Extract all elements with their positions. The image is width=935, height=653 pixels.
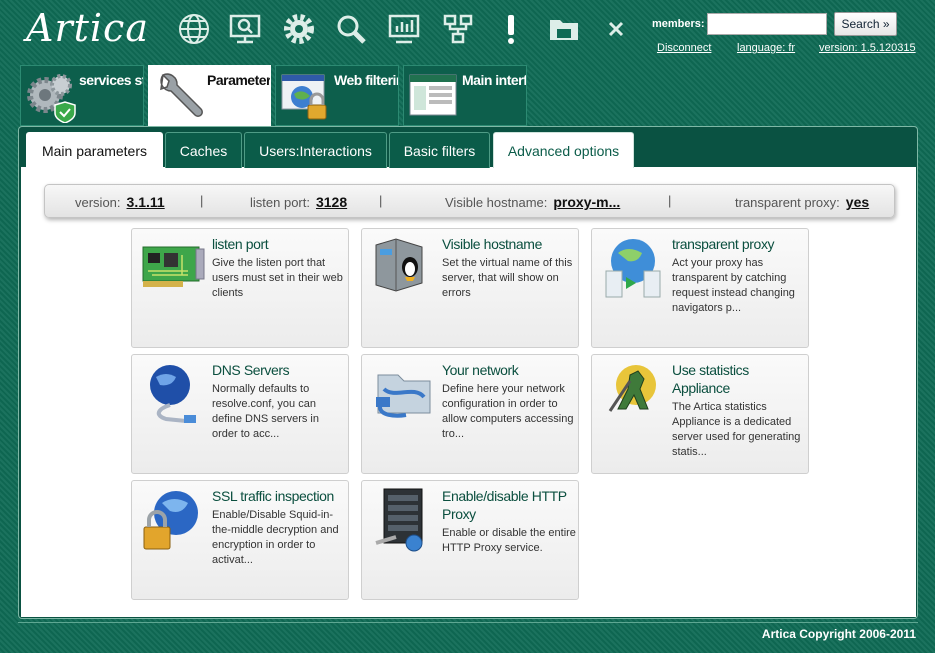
card-your-network[interactable]: Your network Define here your network co… <box>361 354 579 474</box>
alert-icon[interactable] <box>492 10 530 48</box>
web-filter-lock-icon <box>281 74 327 120</box>
card-description: Act your proxy has transparent by catchi… <box>672 257 795 314</box>
module-tab-main-interface[interactable]: Main interf <box>403 65 527 126</box>
server-linux-icon <box>375 238 423 292</box>
folder-icon[interactable] <box>545 10 583 48</box>
transparent-status: transparent proxy: yes <box>735 194 869 210</box>
port-status: listen port: 3128 <box>250 194 347 210</box>
language-link[interactable]: language: fr <box>737 42 795 54</box>
card-title[interactable]: Visible hostname <box>442 235 576 253</box>
port-value[interactable]: 3128 <box>316 194 347 210</box>
members-input[interactable] <box>707 13 827 35</box>
main-interface-screen-icon <box>409 74 457 116</box>
card-dns-servers[interactable]: DNS Servers Normally defaults to resolve… <box>131 354 349 474</box>
card-title[interactable]: Use statistics Appliance <box>672 361 806 397</box>
search-icon[interactable] <box>332 10 370 48</box>
transparent-proxy-globe-icon <box>605 239 661 298</box>
tab-caches[interactable]: Caches <box>165 132 242 168</box>
port-label: listen port: <box>250 195 310 210</box>
card-visible-hostname[interactable]: Visible hostname Set the virtual name of… <box>361 228 579 348</box>
version-link[interactable]: version: 1.5.120315 <box>819 42 916 54</box>
card-title[interactable]: DNS Servers <box>212 361 346 379</box>
copyright: Artica Copyright 2006-2011 <box>761 627 916 641</box>
monitor-search-icon[interactable] <box>226 10 264 48</box>
network-folder-cable-icon <box>376 374 431 418</box>
tab-users-interactions[interactable]: Users:Interactions <box>244 132 387 168</box>
module-tab-label: Web filterin <box>334 72 399 88</box>
module-tab-label: Parameters <box>207 72 271 88</box>
services-gears-icon <box>27 74 76 123</box>
card-description: The Artica statistics Appliance is a ded… <box>672 401 801 458</box>
card-ssl-inspection[interactable]: SSL traffic inspection Enable/Disable Sq… <box>131 480 349 600</box>
gear-icon[interactable] <box>280 10 318 48</box>
transparent-label: transparent proxy: <box>735 195 840 210</box>
separator: | <box>200 193 204 208</box>
hostname-status: Visible hostname: proxy-m... <box>445 194 620 210</box>
card-description: Enable/Disable Squid-in-the-middle decry… <box>212 509 339 566</box>
hostname-label: Visible hostname: <box>445 195 548 210</box>
transparent-value[interactable]: yes <box>846 194 869 210</box>
wrench-icon <box>160 73 203 117</box>
card-listen-port[interactable]: listen port Give the listen port that us… <box>131 228 349 348</box>
tab-basic-filters[interactable]: Basic filters <box>389 132 490 168</box>
card-description: Set the virtual name of this server, tha… <box>442 257 573 299</box>
tab-main-parameters[interactable]: Main parameters <box>26 132 163 168</box>
ssl-globe-lock-icon <box>143 491 198 550</box>
card-statistics-appliance[interactable]: Use statistics Appliance The Artica stat… <box>591 354 809 474</box>
network-icon[interactable] <box>439 10 477 48</box>
card-description: Give the listen port that users must set… <box>212 257 343 299</box>
card-title[interactable]: Your network <box>442 361 576 379</box>
footer-divider <box>18 622 918 623</box>
server-rack-toggle-icon <box>375 488 423 552</box>
card-title[interactable]: Enable/disable HTTP Proxy <box>442 487 576 523</box>
tab-advanced-options[interactable]: Advanced options <box>493 132 634 168</box>
globe-icon[interactable] <box>175 10 213 48</box>
card-title[interactable]: transparent proxy <box>672 235 806 253</box>
separator: | <box>668 193 672 208</box>
card-description: Enable or disable the entire HTTP Proxy … <box>442 527 576 554</box>
proxy-status-bar: version: 3.1.11 | listen port: 3128 | Visi… <box>44 184 895 218</box>
card-title[interactable]: listen port <box>212 235 346 253</box>
card-enable-http-proxy[interactable]: Enable/disable HTTP Proxy Enable or disa… <box>361 480 579 600</box>
module-tab-label: services st <box>79 72 144 88</box>
version-value[interactable]: 3.1.11 <box>127 194 165 210</box>
network-card-icon <box>142 246 205 287</box>
hostname-value[interactable]: proxy-m... <box>553 194 620 210</box>
module-tab-web-filtering[interactable]: Web filterin <box>275 65 399 126</box>
module-tab-parameters[interactable]: Parameters <box>148 65 271 126</box>
artica-logo: Artica <box>26 6 149 50</box>
close-icon[interactable] <box>597 10 635 48</box>
card-description: Define here your network configuration i… <box>442 383 574 440</box>
separator: | <box>379 193 383 208</box>
module-tab-services-status[interactable]: services st <box>20 65 144 126</box>
disconnect-link[interactable]: Disconnect <box>657 42 711 54</box>
card-title[interactable]: SSL traffic inspection <box>212 487 346 505</box>
module-tab-label: Main interf <box>462 72 527 88</box>
header: Artica members: Search » Disconnect lang… <box>0 0 935 62</box>
chart-icon[interactable] <box>385 10 423 48</box>
version-status: version: 3.1.11 <box>75 194 165 210</box>
search-button[interactable]: Search » <box>834 12 897 36</box>
version-label: version: <box>75 195 121 210</box>
statistics-appliance-icon <box>608 365 656 412</box>
dns-globe-cable-icon <box>150 365 196 423</box>
card-transparent-proxy[interactable]: transparent proxy Act your proxy has tra… <box>591 228 809 348</box>
members-label: members: <box>652 18 705 30</box>
card-description: Normally defaults to resolve.conf, you c… <box>212 383 319 440</box>
